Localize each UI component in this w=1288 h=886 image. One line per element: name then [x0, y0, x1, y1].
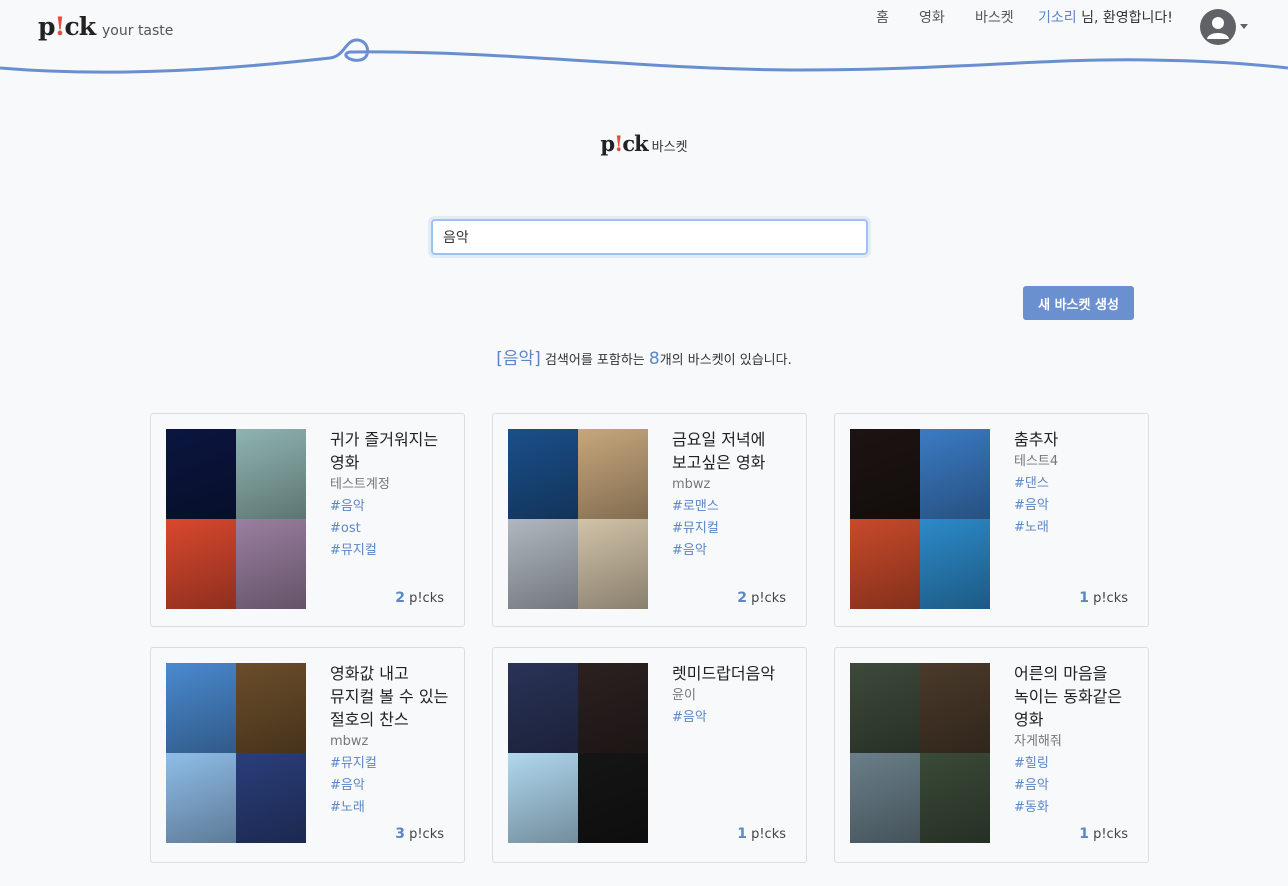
movie-poster-thumbnail [578, 519, 648, 609]
hashtag-link[interactable]: #뮤지컬 [330, 753, 455, 775]
movie-poster-thumbnail [578, 663, 648, 753]
movie-poster-thumbnail [850, 663, 920, 753]
basket-card[interactable]: 금요일 저녁에 보고싶은 영화 mbwz #로맨스 #뮤지컬 #음악 2 p!cks [492, 413, 807, 627]
hashtag-link[interactable]: #노래 [330, 797, 455, 819]
hashtag-link[interactable]: #뮤지컬 [330, 540, 455, 562]
basket-title[interactable]: 춤추자 [1014, 428, 1139, 451]
basket-title[interactable]: 영화값 내고 뮤지컬 볼 수 있는 절호의 찬스 [330, 662, 455, 731]
basket-author: 자게해줘 [1014, 734, 1062, 749]
hashtag-link[interactable]: #ost [330, 518, 455, 540]
basket-author: mbwz [330, 734, 369, 749]
welcome-message: 기소리 님, 환영합니다! [1038, 10, 1173, 26]
movie-poster-thumbnail [578, 429, 648, 519]
basket-card[interactable]: 렛미드랍더음악윤이 #음악 1 p!cks [492, 647, 807, 863]
movie-poster-thumbnail [850, 429, 920, 519]
hashtag-link[interactable]: #로맨스 [672, 496, 797, 518]
basket-card[interactable]: 영화값 내고 뮤지컬 볼 수 있는 절호의 찬스 mbwz #뮤지컬 #음악 #노래 3 … [150, 647, 465, 863]
basket-card[interactable]: 춤추자테스트4 #댄스 #음악 #노래 1 p!cks [834, 413, 1149, 627]
basket-title[interactable]: 어른의 마음을 녹이는 동화같은 영화 [1014, 662, 1139, 731]
basket-title[interactable]: 금요일 저녁에 보고싶은 영화 [672, 428, 797, 474]
poster-collage[interactable] [166, 429, 306, 609]
basket-author: 테스트계정 [330, 477, 390, 492]
movie-poster-thumbnail [236, 663, 306, 753]
pick-count: 1 p!cks [1079, 590, 1128, 606]
poster-collage[interactable] [508, 663, 648, 843]
pick-count: 1 p!cks [737, 826, 786, 842]
movie-poster-thumbnail [920, 519, 990, 609]
movie-poster-thumbnail [850, 753, 920, 843]
basket-author: 테스트4 [1014, 454, 1059, 469]
pick-count: 2 p!cks [737, 590, 786, 606]
movie-poster-thumbnail [166, 429, 236, 519]
basket-title[interactable]: 렛미드랍더음악 [672, 662, 797, 685]
basket-card[interactable]: 귀가 즐거워지는 영화테스트계정 #음악 #ost #뮤지컬 2 p!cks [150, 413, 465, 627]
nav-movies[interactable]: 영화 [919, 7, 945, 27]
movie-poster-thumbnail [920, 663, 990, 753]
basket-author: 윤이 [672, 688, 696, 703]
pick-count: 1 p!cks [1079, 826, 1128, 842]
basket-info: 춤추자테스트4 #댄스 #음악 #노래 [1014, 428, 1139, 539]
hashtag-link[interactable]: #동화 [1014, 797, 1139, 819]
movie-poster-thumbnail [166, 663, 236, 753]
basket-search-input[interactable] [431, 219, 868, 255]
basket-info: 렛미드랍더음악윤이 #음악 [672, 662, 797, 729]
movie-poster-thumbnail [166, 753, 236, 843]
movie-poster-thumbnail [236, 753, 306, 843]
movie-poster-thumbnail [166, 519, 236, 609]
basket-info: 어른의 마음을 녹이는 동화같은 영화자게해줘 #힐링 #음악 #동화 [1014, 662, 1139, 819]
hashtag-link[interactable]: #음악 [672, 540, 797, 562]
poster-collage[interactable] [850, 429, 990, 609]
movie-poster-thumbnail [920, 429, 990, 519]
page-title: p!ck 바스켓 [600, 131, 688, 156]
hashtag-link[interactable]: #댄스 [1014, 473, 1139, 495]
poster-collage[interactable] [850, 663, 990, 843]
hashtag-link[interactable]: #뮤지컬 [672, 518, 797, 540]
top-navbar: p!ck your taste 홈 영화 바스켓 기소리 님, 환영합니다! [0, 0, 1288, 90]
basket-card[interactable]: 어른의 마음을 녹이는 동화같은 영화자게해줘 #힐링 #음악 #동화 1 p!cks [834, 647, 1149, 863]
movie-poster-thumbnail [508, 429, 578, 519]
chevron-down-icon[interactable] [1240, 24, 1248, 29]
hashtag-link[interactable]: #음악 [1014, 775, 1139, 797]
poster-collage[interactable] [166, 663, 306, 843]
basket-title[interactable]: 귀가 즐거워지는 영화 [330, 428, 455, 474]
nav-home[interactable]: 홈 [876, 7, 889, 27]
new-basket-button[interactable]: 새 바스켓 생성 [1023, 286, 1134, 320]
search-result-summary: [음악] 검색어를 포함하는 8개의 바스켓이 있습니다. [496, 349, 792, 369]
movie-poster-thumbnail [850, 519, 920, 609]
movie-poster-thumbnail [508, 519, 578, 609]
basket-info: 금요일 저녁에 보고싶은 영화 mbwz #로맨스 #뮤지컬 #음악 [672, 428, 797, 562]
movie-poster-thumbnail [508, 663, 578, 753]
hashtag-link[interactable]: #노래 [1014, 517, 1139, 539]
poster-collage[interactable] [508, 429, 648, 609]
hashtag-link[interactable]: #음악 [1014, 495, 1139, 517]
nav-basket[interactable]: 바스켓 [975, 7, 1014, 27]
movie-poster-thumbnail [920, 753, 990, 843]
user-name[interactable]: 기소리 [1038, 10, 1077, 26]
pick-count: 3 p!cks [395, 826, 444, 842]
pick-count: 2 p!cks [395, 590, 444, 606]
basket-info: 귀가 즐거워지는 영화테스트계정 #음악 #ost #뮤지컬 [330, 428, 455, 562]
movie-poster-thumbnail [578, 753, 648, 843]
hashtag-link[interactable]: #힐링 [1014, 753, 1139, 775]
movie-poster-thumbnail [236, 429, 306, 519]
user-avatar-icon[interactable] [1200, 9, 1236, 45]
movie-poster-thumbnail [236, 519, 306, 609]
basket-info: 영화값 내고 뮤지컬 볼 수 있는 절호의 찬스 mbwz #뮤지컬 #음악 #노래 [330, 662, 455, 819]
hashtag-link[interactable]: #음악 [330, 775, 455, 797]
hashtag-link[interactable]: #음악 [672, 707, 797, 729]
hashtag-link[interactable]: #음악 [330, 496, 455, 518]
header-wave-decoration [0, 38, 1288, 74]
movie-poster-thumbnail [508, 753, 578, 843]
basket-author: mbwz [672, 477, 711, 492]
